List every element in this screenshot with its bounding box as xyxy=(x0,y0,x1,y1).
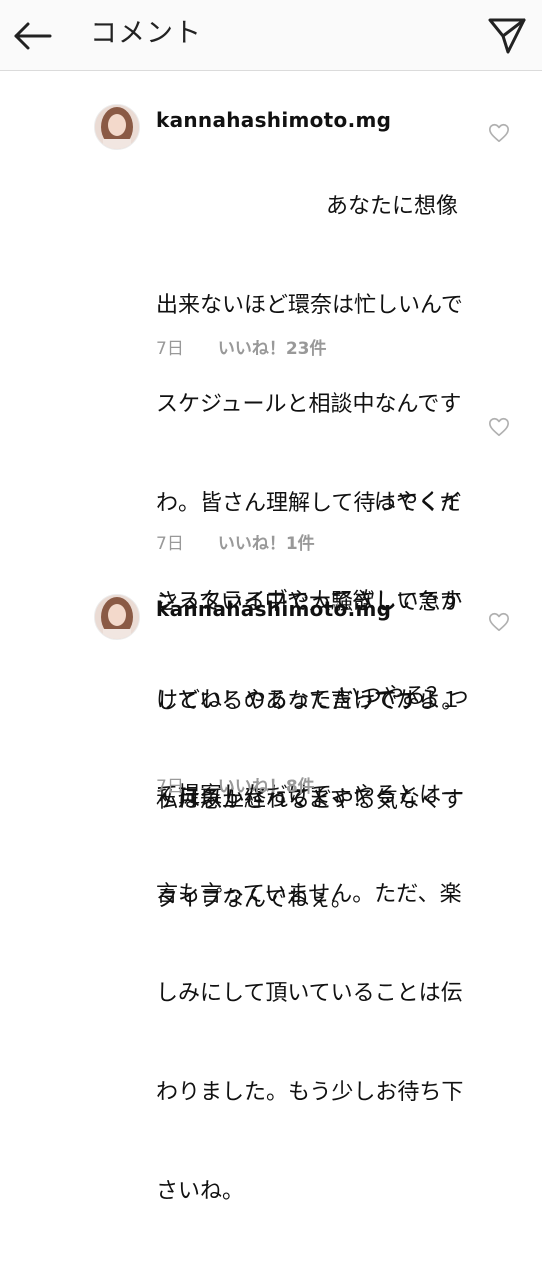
comment-text: いつやる？っ て提案しただけで、やるとは一 言も言っていません。ただ、楽 しみに… xyxy=(156,614,476,1274)
comment-line: 出来ないほど環奈は忙しいんで xyxy=(156,293,463,318)
likes-count-link[interactable]: いいね！23件 xyxy=(218,339,327,359)
comment-line: あなたに想像 xyxy=(326,194,459,219)
comment-timestamp: 7日 xyxy=(156,777,184,797)
avatar[interactable] xyxy=(94,104,140,150)
comment-line: わりました。もう少しお待ち下 xyxy=(156,1080,464,1105)
comment-meta: 7日 いいね！23件 xyxy=(156,338,327,360)
comment-timestamp: 7日 xyxy=(156,339,184,359)
heart-icon xyxy=(489,417,509,437)
arrow-left-icon xyxy=(14,22,52,50)
back-button[interactable] xyxy=(10,14,54,58)
like-button[interactable] xyxy=(488,416,510,438)
heart-icon xyxy=(489,123,509,143)
profile-photo-icon xyxy=(95,105,139,149)
page-title: コメント xyxy=(90,18,202,49)
avatar[interactable] xyxy=(94,594,140,640)
like-button[interactable] xyxy=(488,611,510,633)
likes-count-link[interactable]: いいね！8件 xyxy=(218,777,315,797)
comment-meta: 7日 いいね！1件 xyxy=(156,533,315,555)
comment-line: しみにして頂いていることは伝 xyxy=(156,981,463,1006)
comment-line: 言も言っていません。ただ、楽 xyxy=(156,882,462,907)
share-button[interactable] xyxy=(486,14,528,56)
comment-line: スケジュールと相談中なんです xyxy=(156,392,462,417)
header-bar: コメント xyxy=(0,0,542,71)
comment-line: いつやる？っ xyxy=(338,684,471,709)
comment-line: さいね。 xyxy=(156,1179,245,1204)
likes-count-link[interactable]: いいね！1件 xyxy=(218,534,315,554)
profile-photo-icon xyxy=(95,595,139,639)
comment-line: はやくイ xyxy=(374,490,463,515)
comment-timestamp: 7日 xyxy=(156,534,184,554)
heart-icon xyxy=(489,612,509,632)
like-button[interactable] xyxy=(488,122,510,144)
comment-meta: 7日 いいね！8件 xyxy=(156,776,315,798)
paper-plane-icon xyxy=(488,18,526,54)
